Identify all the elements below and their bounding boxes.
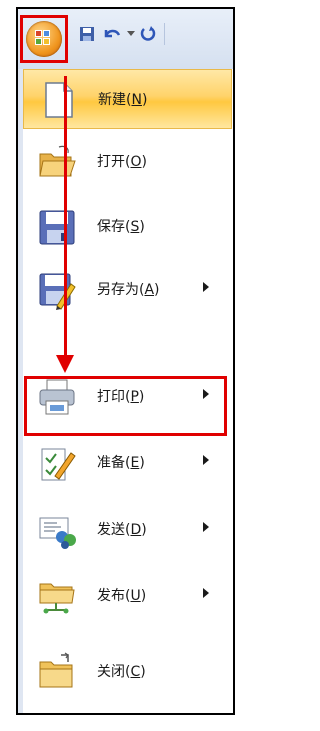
close-folder-icon [37, 652, 77, 692]
quick-save-icon[interactable] [78, 24, 96, 44]
annotation-arrow-head-icon [56, 355, 74, 373]
menu-item-prepare[interactable]: 准备(E) [23, 433, 232, 493]
prepare-icon [37, 443, 77, 483]
undo-dropdown-icon[interactable] [126, 24, 136, 44]
menu-item-close[interactable]: 关闭(C) [23, 642, 232, 702]
menu-item-new[interactable]: 新建(N) [23, 69, 232, 129]
open-folder-icon [37, 142, 77, 182]
menu-item-open[interactable]: 打开(O) [23, 132, 232, 192]
submenu-arrow-icon [203, 455, 209, 465]
office-button-annotation [20, 15, 68, 63]
menu-item-label: 新建(N) [98, 92, 148, 108]
menu-item-label: 关闭(C) [97, 664, 146, 680]
menu-item-label: 发送(D) [97, 522, 147, 538]
quick-access-toolbar [18, 9, 233, 69]
submenu-arrow-icon [203, 522, 209, 532]
menu-item-label: 发布(U) [97, 588, 147, 604]
print-item-annotation [24, 376, 227, 436]
annotation-arrow-shaft [64, 76, 67, 356]
publish-icon [37, 576, 77, 616]
toolbar-divider [164, 23, 165, 45]
redo-icon[interactable] [138, 24, 158, 44]
menu-item-save[interactable]: 保存(S) [23, 197, 232, 257]
save-as-icon [37, 270, 77, 310]
menu-item-label: 打开(O) [97, 154, 147, 170]
submenu-arrow-icon [203, 282, 209, 292]
menu-item-label: 另存为(A) [97, 282, 160, 298]
save-icon [37, 207, 77, 247]
send-icon [37, 510, 77, 550]
new-document-icon [38, 80, 78, 120]
menu-item-send[interactable]: 发送(D) [23, 500, 232, 560]
submenu-arrow-icon [203, 588, 209, 598]
menu-item-label: 准备(E) [97, 455, 145, 471]
undo-icon[interactable] [100, 24, 124, 44]
office-menu-window: 新建(N) 打开(O) 保存(S) 另存为(A) 打印(P) 准备(E) 发送(… [16, 7, 235, 715]
menu-item-save-as[interactable]: 另存为(A) [23, 260, 232, 320]
menu-item-label: 保存(S) [97, 219, 145, 235]
menu-item-publish[interactable]: 发布(U) [23, 566, 232, 626]
